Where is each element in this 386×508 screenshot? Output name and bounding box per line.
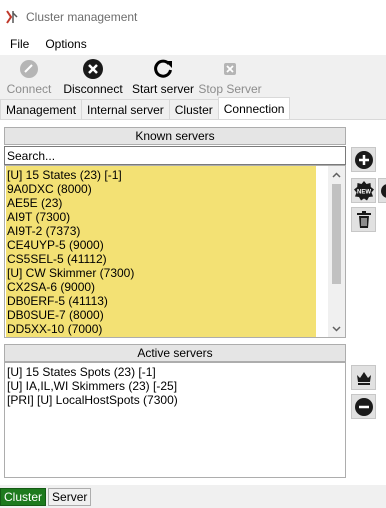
disconnect-button[interactable]: Disconnect [58, 55, 128, 97]
extra-side-button[interactable] [378, 178, 386, 203]
status-tab-cluster[interactable]: Cluster [0, 488, 47, 506]
connect-icon [20, 60, 38, 78]
title-bar: Cluster management [0, 0, 386, 33]
chevron-down-icon [332, 325, 341, 332]
set-primary-button[interactable] [351, 365, 376, 390]
remove-active-button[interactable] [351, 394, 376, 419]
list-item[interactable]: [U] 15 States (23) [-1] [5, 168, 345, 182]
list-item[interactable]: [U] CW Skimmer (7300) [5, 266, 345, 280]
known-servers-header: Known servers [4, 127, 346, 145]
window-title: Cluster management [26, 9, 138, 24]
plus-circle-icon [354, 150, 373, 169]
add-server-button[interactable] [351, 147, 376, 172]
search-input[interactable] [4, 146, 346, 165]
start-server-button[interactable]: Start server [128, 55, 198, 97]
list-item[interactable]: DB0ERF-5 (41113) [5, 294, 345, 308]
trash-icon [356, 210, 371, 228]
menu-bar: File Options [0, 33, 386, 55]
tab-cluster[interactable]: Cluster [168, 99, 219, 119]
svg-text:NEW: NEW [357, 189, 371, 195]
disconnect-icon [83, 59, 103, 79]
tab-connection[interactable]: Connection [217, 97, 291, 119]
list-item[interactable]: CS5SEL-5 (41112) [5, 252, 345, 266]
list-item[interactable]: [U] IA,IL,WI Skimmers (23) [-25] [5, 379, 345, 393]
list-item[interactable]: AE5E (23) [5, 196, 345, 210]
stop-server-button[interactable]: Stop Server [198, 55, 262, 97]
vertical-scrollbar[interactable] [328, 166, 345, 337]
tab-management[interactable]: Management [0, 99, 83, 119]
minus-circle-icon [354, 397, 373, 416]
list-item[interactable]: [U] 15 States Spots (23) [-1] [5, 365, 345, 379]
menu-options[interactable]: Options [37, 37, 94, 51]
scroll-up-arrow[interactable] [328, 166, 345, 183]
new-badge-icon: NEW [353, 180, 374, 200]
list-item[interactable]: 9A0DXC (8000) [5, 182, 345, 196]
tab-internal-server[interactable]: Internal server [81, 99, 170, 119]
connection-panel: Known servers [U] 15 States (23) [-1] 9A… [0, 120, 386, 485]
list-item[interactable]: CE4UYP-5 (9000) [5, 238, 345, 252]
circle-icon [381, 184, 386, 198]
known-servers-list[interactable]: [U] 15 States (23) [-1] 9A0DXC (8000) AE… [4, 165, 346, 338]
list-item[interactable]: CX2SA-6 (9000) [5, 280, 345, 294]
connect-button[interactable]: Connect [0, 55, 58, 97]
list-item[interactable]: AI9T (7300) [5, 210, 345, 224]
menu-file[interactable]: File [2, 37, 37, 51]
active-servers-list[interactable]: [U] 15 States Spots (23) [-1] [U] IA,IL,… [4, 362, 346, 478]
status-bar: Cluster Server [0, 486, 386, 508]
chevron-up-icon [332, 171, 341, 178]
list-item[interactable]: DB0SUE-7 (8000) [5, 308, 345, 322]
stop-icon [224, 63, 236, 75]
refresh-icon [154, 59, 172, 78]
tab-strip: Management Internal server Cluster Conne… [0, 97, 386, 120]
list-item[interactable]: AI9T-2 (7373) [5, 224, 345, 238]
list-item[interactable]: DD5XX-10 (7000) [5, 322, 345, 336]
new-server-button[interactable]: NEW [351, 178, 376, 203]
scroll-thumb[interactable] [332, 184, 341, 284]
active-servers-header: Active servers [4, 344, 346, 362]
crown-icon [356, 371, 371, 385]
status-tab-server[interactable]: Server [48, 488, 92, 506]
app-icon [6, 9, 18, 24]
list-item[interactable]: [PRI] [U] LocalHostSpots (7300) [5, 393, 345, 407]
delete-server-button[interactable] [351, 207, 376, 232]
toolbar: Connect Disconnect Start server Stop Ser… [0, 55, 386, 97]
scroll-down-arrow[interactable] [328, 320, 345, 337]
